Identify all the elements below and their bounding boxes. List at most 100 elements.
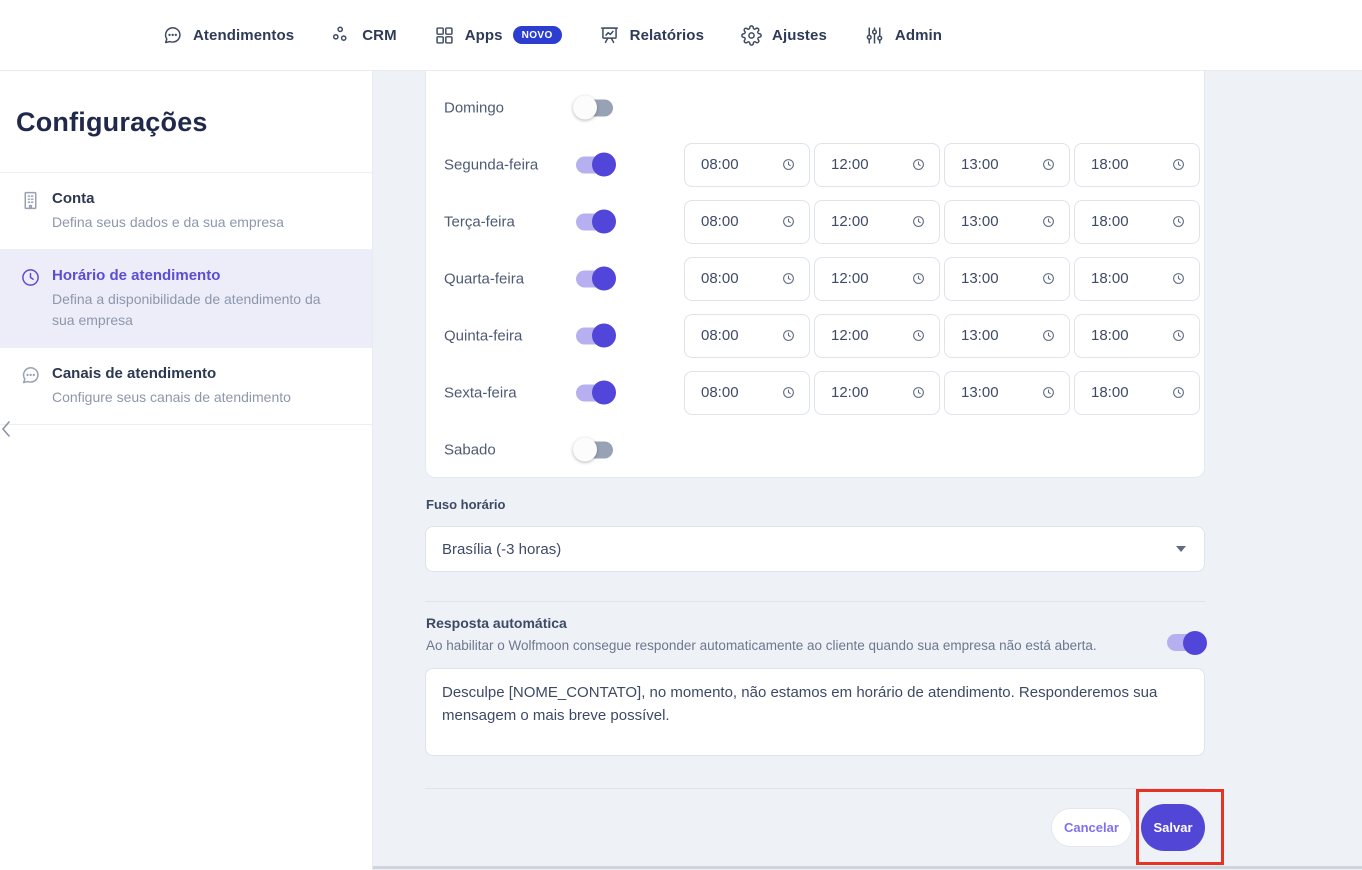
time-value: 12:00 <box>831 327 869 344</box>
time-value: 13:00 <box>961 384 999 401</box>
time-input[interactable]: 12:00 <box>814 200 940 244</box>
time-value: 18:00 <box>1091 213 1129 230</box>
toggle-domingo[interactable] <box>576 99 613 116</box>
nav-item-crm[interactable]: CRM <box>331 25 396 46</box>
time-input[interactable]: 13:00 <box>944 371 1070 415</box>
time-input[interactable]: 13:00 <box>944 143 1070 187</box>
nav-item-label: Ajustes <box>772 27 827 44</box>
toggle-sexta-feira[interactable] <box>576 384 613 401</box>
time-input[interactable]: 08:00 <box>684 257 810 301</box>
clock-icon <box>1172 386 1185 399</box>
sidebar-item-subtitle: Defina seus dados e da sua empresa <box>52 212 336 232</box>
building-icon <box>20 190 41 211</box>
chat-bubble-icon <box>162 25 183 46</box>
time-input[interactable]: 08:00 <box>684 371 810 415</box>
clock-icon <box>1042 329 1055 342</box>
auto-reply-message-input[interactable]: Desculpe [NOME_CONTATO], no momento, não… <box>425 668 1205 756</box>
time-input[interactable]: 18:00 <box>1074 200 1200 244</box>
time-input[interactable]: 18:00 <box>1074 371 1200 415</box>
day-row-quinta-feira: Quinta-feira 08:00 12:00 13:00 18:00 <box>426 307 1204 364</box>
sidebar-item-canais-de-atendimento[interactable]: Canais de atendimento Configure seus can… <box>0 348 372 425</box>
settings-sidebar: Configurações Conta Defina seus dados e … <box>0 71 373 870</box>
time-input[interactable]: 08:00 <box>684 200 810 244</box>
clock-icon <box>912 272 925 285</box>
time-input[interactable]: 18:00 <box>1074 143 1200 187</box>
clock-icon <box>1172 158 1185 171</box>
nav-item-apps[interactable]: Apps NOVO <box>434 25 562 46</box>
time-input[interactable]: 13:00 <box>944 314 1070 358</box>
time-value: 18:00 <box>1091 327 1129 344</box>
day-label: Terça-feira <box>444 213 515 230</box>
time-input[interactable]: 12:00 <box>814 314 940 358</box>
clock-icon <box>782 215 795 228</box>
nav-item-ajustes[interactable]: Ajustes <box>741 25 827 46</box>
toggle-segunda-feira[interactable] <box>576 156 613 173</box>
day-label: Domingo <box>444 99 504 116</box>
clock-icon <box>782 386 795 399</box>
day-label: Quinta-feira <box>444 327 522 344</box>
time-input[interactable]: 18:00 <box>1074 314 1200 358</box>
auto-reply-toggle[interactable] <box>1167 634 1204 651</box>
auto-reply-description: Ao habilitar o Wolfmoon consegue respond… <box>426 638 1126 653</box>
time-input[interactable]: 12:00 <box>814 371 940 415</box>
day-label: Quarta-feira <box>444 270 524 287</box>
toggle-quinta-feira[interactable] <box>576 327 613 344</box>
sidebar-item-horario-de-atendimento[interactable]: Horário de atendimento Defina a disponib… <box>0 250 372 348</box>
time-value: 12:00 <box>831 270 869 287</box>
nav-item-label: Atendimentos <box>193 27 294 44</box>
nav-item-admin[interactable]: Admin <box>864 25 942 46</box>
nav-item-label: Relatórios <box>630 27 704 44</box>
clock-icon <box>782 329 795 342</box>
bottom-edge-line <box>373 866 1362 869</box>
toggle-sabado[interactable] <box>576 441 613 458</box>
clock-icon <box>1172 215 1185 228</box>
timezone-select[interactable]: Brasília (-3 horas) <box>425 526 1205 572</box>
sidebar-item-subtitle: Configure seus canais de atendimento <box>52 387 336 407</box>
auto-reply-title: Resposta automática <box>426 615 567 631</box>
time-value: 18:00 <box>1091 384 1129 401</box>
sidebar-collapse-chevron-icon[interactable] <box>0 419 14 439</box>
toggle-quarta-feira[interactable] <box>576 270 613 287</box>
day-row-sexta-feira: Sexta-feira 08:00 12:00 13:00 18:00 <box>426 364 1204 421</box>
nav-item-label: Apps <box>465 27 503 44</box>
page-title: Configurações <box>0 71 372 173</box>
toggle-terca-feira[interactable] <box>576 213 613 230</box>
time-value: 13:00 <box>961 270 999 287</box>
nav-item-relatorios[interactable]: Relatórios <box>599 25 704 46</box>
nodes-icon <box>331 25 352 46</box>
clock-icon <box>1042 386 1055 399</box>
sidebar-item-conta[interactable]: Conta Defina seus dados e da sua empresa <box>0 173 372 250</box>
cancel-button[interactable]: Cancelar <box>1051 808 1132 847</box>
sidebar-item-title: Horário de atendimento <box>52 267 336 284</box>
clock-icon <box>1042 215 1055 228</box>
nav-item-atendimentos[interactable]: Atendimentos <box>162 25 294 46</box>
time-value: 08:00 <box>701 213 739 230</box>
time-value: 12:00 <box>831 213 869 230</box>
sidebar-item-title: Conta <box>52 190 336 207</box>
clock-icon <box>912 329 925 342</box>
time-value: 13:00 <box>961 213 999 230</box>
time-value: 13:00 <box>961 327 999 344</box>
divider <box>425 601 1205 602</box>
clock-icon <box>1172 272 1185 285</box>
schedule-card: Domingo Segunda-feira 08:00 12:00 13:00 … <box>425 71 1205 478</box>
time-input[interactable]: 18:00 <box>1074 257 1200 301</box>
time-input[interactable]: 08:00 <box>684 314 810 358</box>
time-value: 08:00 <box>701 384 739 401</box>
day-row-terca-feira: Terça-feira 08:00 12:00 13:00 18:00 <box>426 193 1204 250</box>
clock-icon <box>1042 272 1055 285</box>
nav-item-label: Admin <box>895 27 942 44</box>
day-row-sabado: Sabado <box>426 421 1204 478</box>
time-input[interactable]: 12:00 <box>814 143 940 187</box>
novo-badge: NOVO <box>513 26 562 44</box>
time-input[interactable]: 08:00 <box>684 143 810 187</box>
time-value: 12:00 <box>831 384 869 401</box>
clock-icon <box>912 158 925 171</box>
time-input[interactable]: 13:00 <box>944 257 1070 301</box>
time-input[interactable]: 12:00 <box>814 257 940 301</box>
time-value: 18:00 <box>1091 270 1129 287</box>
save-button[interactable]: Salvar <box>1141 804 1205 851</box>
divider <box>425 788 1205 789</box>
time-input[interactable]: 13:00 <box>944 200 1070 244</box>
clock-icon <box>1042 158 1055 171</box>
